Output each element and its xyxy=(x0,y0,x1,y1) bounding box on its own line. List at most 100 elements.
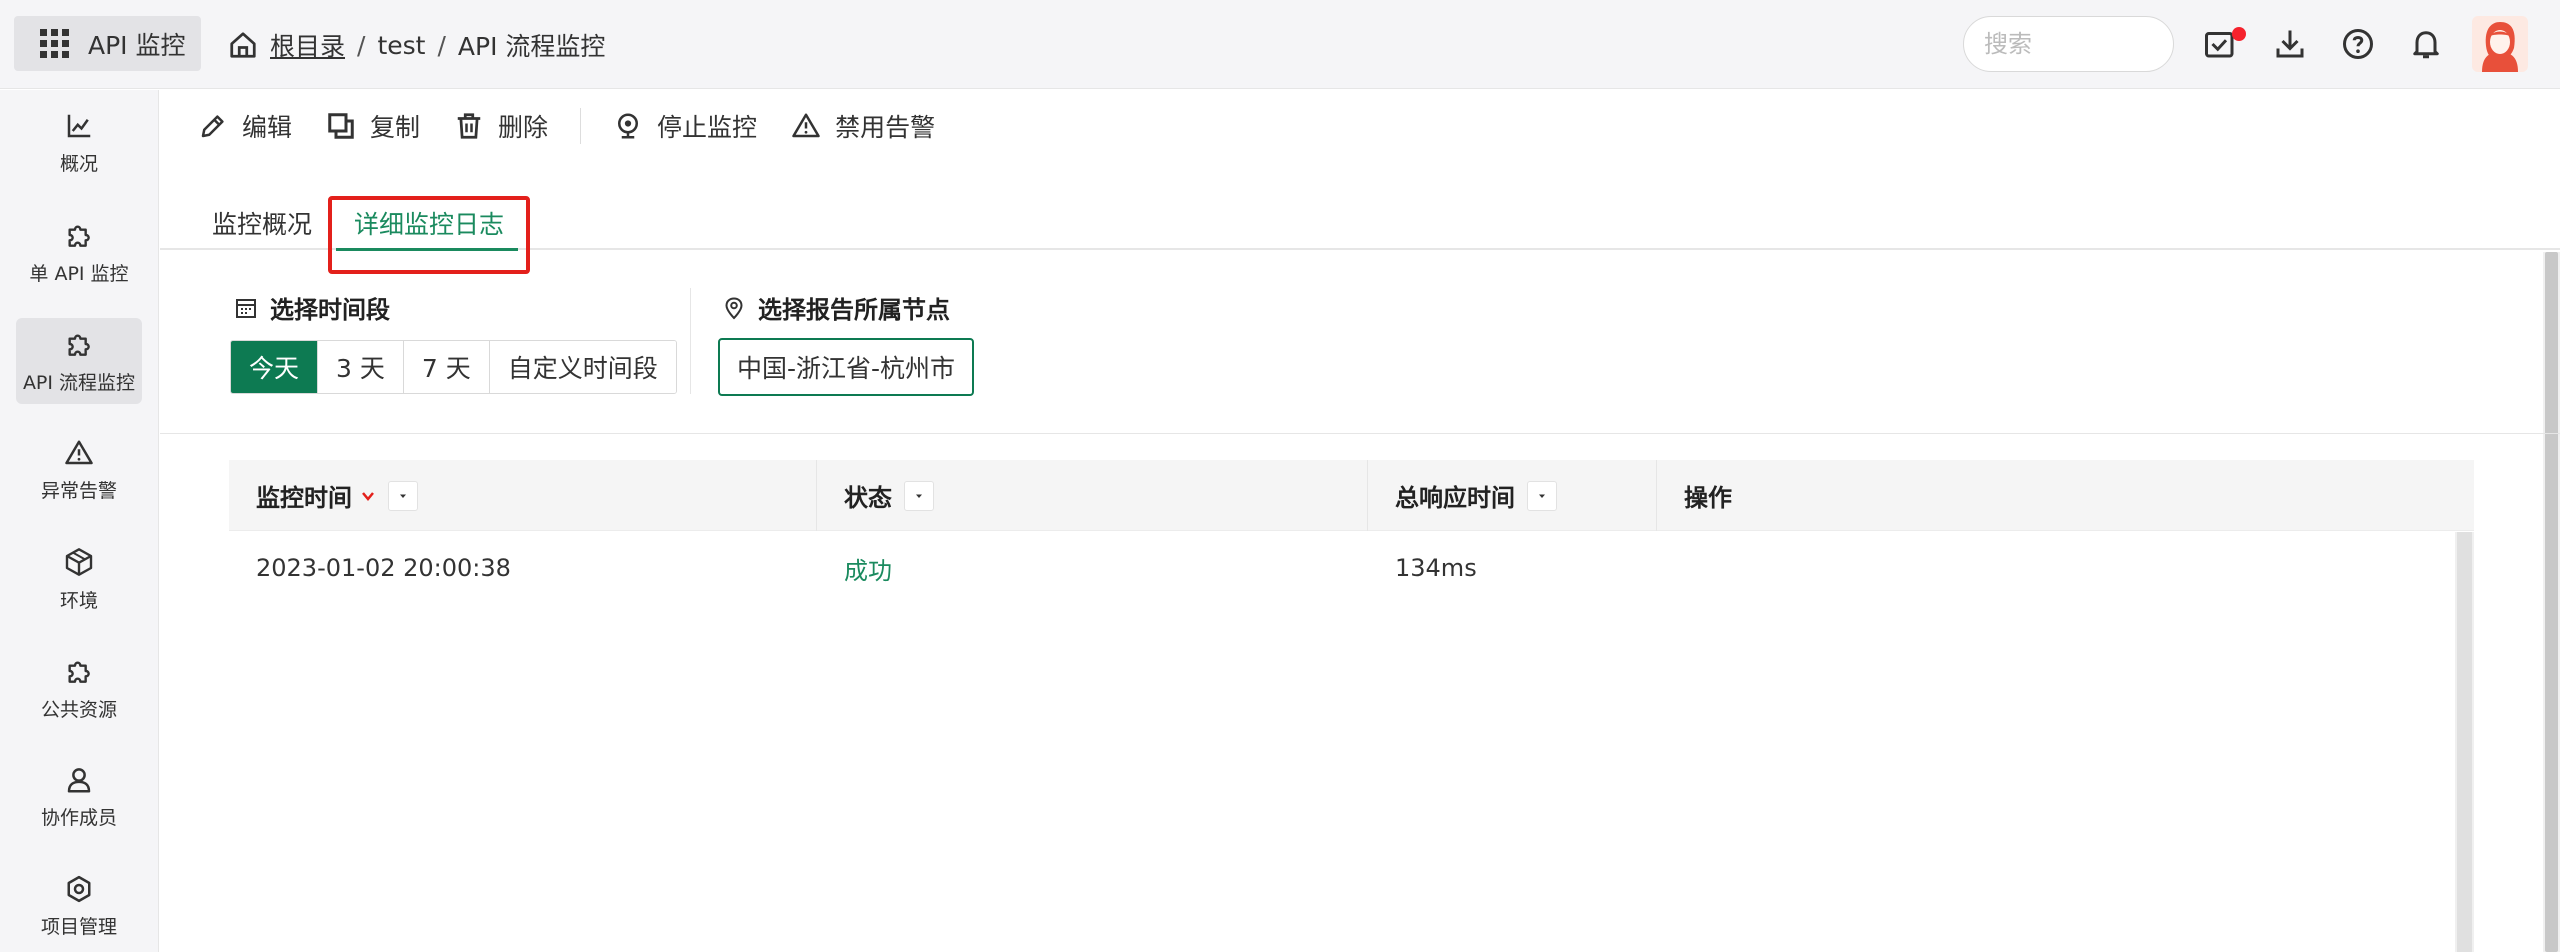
copy-button[interactable]: 复制 xyxy=(326,108,420,144)
disable-alert-button[interactable]: 禁用告警 xyxy=(791,108,935,144)
notification-dot xyxy=(2232,27,2246,41)
cell-status: 成功 xyxy=(844,556,892,585)
sidebar-item-label: API 流程监控 xyxy=(22,371,136,394)
breadcrumb-root-label[interactable]: 根目录 xyxy=(270,27,345,63)
avatar[interactable] xyxy=(2472,16,2528,72)
sort-desc-icon[interactable] xyxy=(360,488,376,504)
page-scrollbar[interactable] xyxy=(2545,252,2558,952)
webcam-icon xyxy=(618,113,639,139)
warning-icon xyxy=(792,113,820,138)
search-input[interactable] xyxy=(1984,17,2164,71)
location-pin-icon xyxy=(725,296,743,319)
sidebar-item-resources[interactable]: 公共资源 xyxy=(16,645,142,731)
column-filter-button[interactable] xyxy=(904,480,934,511)
sidebar-item-project-settings[interactable]: 项目管理 xyxy=(16,863,142,949)
tab-bar: 监控概况 详细监控日志 xyxy=(160,196,2560,251)
sidebar-item-environment[interactable]: 环境 xyxy=(16,536,142,622)
column-header-time[interactable]: 监控时间 xyxy=(256,460,418,531)
column-title: 监控时间 xyxy=(256,484,352,512)
stop-monitor-button[interactable]: 停止监控 xyxy=(613,108,757,144)
sidebar-item-label: 环境 xyxy=(59,589,98,612)
app-menu-button[interactable]: API 监控 xyxy=(14,16,201,71)
help-icon xyxy=(2343,29,2373,59)
delete-label: 删除 xyxy=(498,113,549,142)
edit-button[interactable]: 编辑 xyxy=(198,108,292,144)
table-scrollbar[interactable] xyxy=(2455,532,2474,952)
chart-icon xyxy=(67,114,91,137)
breadcrumb-separator: / xyxy=(357,30,366,60)
breadcrumb-item-current: API 流程监控 xyxy=(457,32,606,61)
sidebar: 概况 单 API 监控 API 流程监控 异常告警 环境 公共资源 协作成员 项… xyxy=(0,90,159,952)
tab-overview[interactable]: 监控概况 xyxy=(212,196,312,250)
sidebar-item-overview[interactable]: 概况 xyxy=(16,100,142,186)
breadcrumb: 根目录 / test / API 流程监控 xyxy=(228,25,605,65)
help-button[interactable] xyxy=(2340,26,2376,62)
sidebar-item-label: 公共资源 xyxy=(40,698,117,721)
download-icon xyxy=(2276,30,2304,58)
sidebar-item-alerts[interactable]: 异常告警 xyxy=(16,427,142,513)
edit-label: 编辑 xyxy=(242,113,293,142)
column-divider xyxy=(1656,460,1657,531)
time-range-title: 选择时间段 xyxy=(234,290,390,325)
time-range-selector: 今天 3 天 7 天 自定义时间段 xyxy=(230,340,677,394)
column-filter-button[interactable] xyxy=(1527,480,1557,511)
user-avatar-icon xyxy=(2472,16,2528,72)
column-title: 总响应时间 xyxy=(1395,484,1515,512)
active-tab-indicator xyxy=(336,248,518,251)
column-header-status[interactable]: 状态 xyxy=(844,460,934,531)
sidebar-item-single-api[interactable]: 单 API 监控 xyxy=(16,209,142,295)
table-scrollbar-thumb[interactable] xyxy=(2457,532,2472,952)
sidebar-item-label: 项目管理 xyxy=(40,915,117,938)
toolbar-divider xyxy=(580,108,582,144)
caret-down-icon xyxy=(916,494,922,498)
node-label: 选择报告所属节点 xyxy=(758,296,950,324)
table-header: 监控时间 状态 总响应时间 操作 xyxy=(229,460,2474,531)
sidebar-item-label: 协作成员 xyxy=(40,806,117,829)
puzzle-icon xyxy=(68,660,90,683)
time-option-custom[interactable]: 自定义时间段 xyxy=(489,341,676,393)
time-range-label: 选择时间段 xyxy=(270,296,390,324)
breadcrumb-item-test[interactable]: test xyxy=(377,31,425,60)
node-title: 选择报告所属节点 xyxy=(722,290,950,325)
cube-icon xyxy=(65,547,93,576)
caret-down-icon xyxy=(1539,494,1545,498)
time-option-today[interactable]: 今天 xyxy=(231,341,319,393)
sidebar-item-label: 异常告警 xyxy=(40,479,117,502)
search-box[interactable] xyxy=(1963,16,2174,72)
trash-icon xyxy=(457,113,481,139)
tab-detail-log[interactable]: 详细监控日志 xyxy=(354,196,504,250)
time-option-3-days[interactable]: 3 天 xyxy=(318,341,404,393)
calendar-icon xyxy=(236,298,256,318)
caret-down-icon xyxy=(400,494,406,498)
bell-icon xyxy=(2413,31,2439,59)
copy-icon xyxy=(328,113,354,139)
sidebar-item-label: 单 API 监控 xyxy=(29,262,129,285)
sidebar-item-api-flow[interactable]: API 流程监控 xyxy=(16,318,142,404)
notification-button[interactable] xyxy=(2408,26,2444,62)
gear-icon xyxy=(67,875,91,902)
table-row[interactable]: 2023-01-02 20:00:38 成功 134ms xyxy=(229,532,2455,604)
warning-icon xyxy=(65,440,93,464)
app-title: API 监控 xyxy=(88,30,186,60)
column-divider xyxy=(1367,460,1368,531)
stop-monitor-label: 停止监控 xyxy=(657,113,758,142)
copy-label: 复制 xyxy=(370,113,421,142)
cell-response-time: 134ms xyxy=(1395,554,1477,582)
time-option-7-days[interactable]: 7 天 xyxy=(403,341,490,393)
puzzle-icon xyxy=(68,224,90,247)
section-divider xyxy=(160,433,2560,434)
column-filter-button[interactable] xyxy=(388,480,418,511)
breadcrumb-root[interactable]: 根目录 xyxy=(228,27,345,63)
download-button[interactable] xyxy=(2272,26,2308,62)
action-toolbar: 编辑 复制 删除 停止监控 禁用告警 xyxy=(198,105,969,147)
filter-divider xyxy=(690,288,691,394)
cell-time: 2023-01-02 20:00:38 xyxy=(256,554,511,582)
breadcrumb-separator: / xyxy=(437,30,446,60)
monitor-log-table: 监控时间 状态 总响应时间 操作 2023-01-02 20:00:38 成功 … xyxy=(229,460,2474,952)
delete-button[interactable]: 删除 xyxy=(454,108,548,144)
pencil-icon xyxy=(201,115,224,138)
column-header-response-time[interactable]: 总响应时间 xyxy=(1395,460,1557,531)
sidebar-item-members[interactable]: 协作成员 xyxy=(16,754,142,840)
column-title: 操作 xyxy=(1684,484,1732,512)
node-selector[interactable]: 中国-浙江省-杭州市 xyxy=(718,338,974,396)
